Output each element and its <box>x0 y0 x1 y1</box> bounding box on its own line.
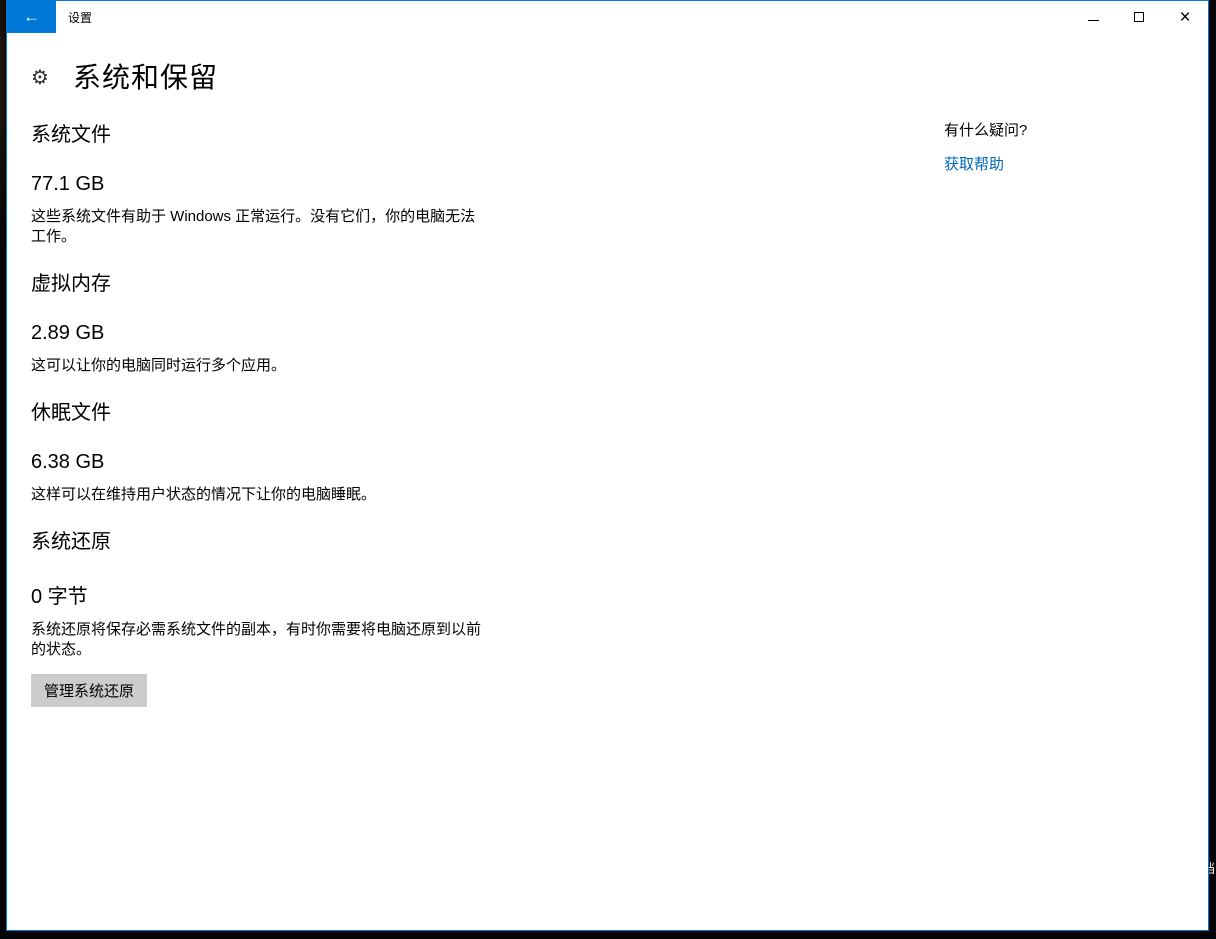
help-question: 有什么疑问? <box>944 122 1028 139</box>
gear-icon: ⚙ <box>31 67 49 89</box>
section-system-restore: 系统还原 0 字节 系统还原将保存必需系统文件的副本，有时你需要将电脑还原到以前… <box>31 525 491 707</box>
minimize-icon <box>1087 19 1099 21</box>
page-header: ⚙ 系统和保留 <box>31 56 218 96</box>
get-help-link[interactable]: 获取帮助 <box>944 153 1004 174</box>
section-virtual-memory: 虚拟内存 2.89 GB 这可以让你的电脑同时运行多个应用。 <box>31 267 491 376</box>
maximize-icon <box>1134 12 1144 22</box>
minimize-button[interactable] <box>1070 1 1116 33</box>
close-button[interactable]: × <box>1162 1 1208 33</box>
desktop-icon-fragment: 档 <box>1209 858 1216 874</box>
section-description: 系统还原将保存必需系统文件的副本，有时你需要将电脑还原到以前的状态。 <box>31 621 482 658</box>
title-bar: ← 设置 × <box>7 1 1208 33</box>
section-value: 6.38 GB <box>31 451 105 473</box>
section-value: 77.1 GB <box>31 173 105 195</box>
section-hibernation-file: 休眠文件 6.38 GB 这样可以在维持用户状态的情况下让你的电脑睡眠。 <box>31 396 491 505</box>
maximize-button[interactable] <box>1116 1 1162 33</box>
back-arrow-icon: ← <box>23 7 40 26</box>
page-title: 系统和保留 <box>73 62 219 93</box>
close-icon: × <box>1179 6 1191 28</box>
app-title: 设置 <box>68 10 93 25</box>
help-column: 有什么疑问? 获取帮助 <box>944 119 1184 174</box>
back-button[interactable]: ← <box>7 1 56 33</box>
section-description: 这可以让你的电脑同时运行多个应用。 <box>31 357 287 374</box>
section-heading: 系统文件 <box>31 124 111 146</box>
section-system-files: 系统文件 77.1 GB 这些系统文件有助于 Windows 正常运行。没有它们… <box>31 118 491 247</box>
section-value: 2.89 GB <box>31 322 105 344</box>
section-heading: 系统还原 <box>31 531 111 553</box>
section-value: 0 字节 <box>31 586 88 608</box>
manage-system-restore-button[interactable]: 管理系统还原 <box>31 674 148 707</box>
section-description: 这样可以在维持用户状态的情况下让你的电脑睡眠。 <box>31 486 377 503</box>
window-controls: × <box>1070 1 1208 33</box>
settings-window: ← 设置 × ⚙ 系统和保留 系统文件 77.1 GB 这些系统文件有助于 Wi… <box>6 0 1209 931</box>
section-heading: 休眠文件 <box>31 402 111 424</box>
section-description: 这些系统文件有助于 Windows 正常运行。没有它们，你的电脑无法工作。 <box>31 208 476 245</box>
section-heading: 虚拟内存 <box>31 273 111 295</box>
